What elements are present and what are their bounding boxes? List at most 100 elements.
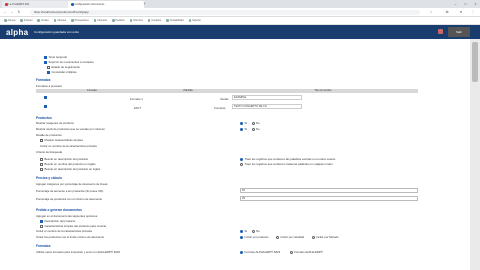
product-option-row[interactable]: Buscar en nombre del producto en inglés (40, 162, 96, 166)
product-option-row[interactable]: Buscar en descripción del producto en in… (40, 167, 100, 171)
checkbox[interactable] (44, 60, 47, 64)
yes-no-group[interactable]: Sí No (240, 121, 260, 125)
method-group[interactable]: Incluir por producto Incluir por cantidad… (240, 235, 338, 239)
option-label: Características simples del producto par… (44, 224, 107, 228)
bookmark-item[interactable]: Proveedores (71, 19, 89, 22)
bookmark-icon (188, 19, 192, 22)
row-checkbox[interactable] (44, 105, 47, 109)
checkbox[interactable] (40, 138, 43, 142)
radio[interactable] (275, 235, 279, 239)
yes-no-group[interactable]: Sí No (240, 229, 260, 233)
yes-no-group[interactable]: Sí No (240, 127, 260, 131)
table-header: Formato (36, 89, 148, 93)
radio-yes[interactable] (240, 121, 243, 125)
new-tab-icon[interactable]: + (140, 0, 149, 8)
maximize-icon[interactable]: □ (461, 0, 470, 8)
format-group[interactable]: Formato ALPHA ERP® 6623 Formato ALPHA ERP… (240, 250, 323, 254)
product-option-row[interactable]: Mostrar caracteristicas simples (40, 138, 83, 142)
product-option-row[interactable]: Mostrar stock de productos que se vendan… (36, 127, 105, 131)
product-option-row[interactable]: Criterio de búsqueda (36, 150, 62, 154)
table-input[interactable]: EXAMPLE (232, 95, 302, 100)
bookmark-item[interactable]: Soporte (188, 19, 201, 22)
bookmark-item[interactable]: Atenea (4, 19, 15, 22)
product-option-row[interactable]: Incluir un nombre de la característica p… (40, 144, 97, 148)
tab-favicon-icon (5, 3, 8, 6)
option-label: Formato ALPHA ERP® (294, 250, 323, 254)
checkbox[interactable] (44, 55, 47, 59)
back-icon[interactable]: ← (2, 9, 8, 15)
yes-label: Sí (244, 121, 248, 125)
radio-no[interactable] (251, 229, 255, 233)
radio[interactable] (240, 250, 243, 254)
menu-icon[interactable]: ⋮ (470, 9, 476, 15)
radio-yes[interactable] (240, 127, 243, 131)
checkbox[interactable] (40, 157, 43, 161)
profile-icon[interactable]: ● (458, 9, 464, 15)
bookmark-item[interactable]: Clientes (53, 19, 67, 22)
field-label: Incluir el nombre de la característica p… (36, 229, 92, 233)
radio[interactable] (240, 235, 243, 239)
option-row[interactable]: Texto temporal (44, 55, 67, 59)
no-label: No (256, 127, 260, 131)
reload-icon[interactable]: ↻ (16, 9, 22, 15)
field-label: Agregar en el documento las siguientes o… (36, 214, 98, 218)
radio[interactable] (240, 162, 243, 166)
bookmark-item[interactable]: Ventas (37, 19, 49, 22)
search-option[interactable]: Traer los registros que contienen todas … (240, 162, 333, 166)
bookmark-item[interactable]: Facturas (93, 19, 107, 22)
table-input[interactable]: TEXTO CONCEPTO DE CO (232, 104, 302, 109)
browser-tab-2[interactable]: Configuración documento... (68, 1, 144, 8)
checkbox[interactable] (40, 162, 43, 166)
option-label: Estado de seguimiento (51, 65, 80, 69)
percent-input[interactable]: 25 (240, 196, 418, 201)
minimize-icon[interactable]: – (451, 0, 460, 8)
logout-button[interactable]: Salir (448, 27, 470, 37)
radio-no[interactable] (251, 127, 255, 131)
alert-icon[interactable] (438, 29, 443, 34)
option-label: Mostrar imágenes de producto (36, 121, 74, 125)
percent-input[interactable]: 60 (240, 188, 418, 193)
checkbox[interactable] (40, 167, 43, 171)
radio[interactable] (240, 157, 243, 161)
radio-yes[interactable] (240, 229, 243, 233)
url-input[interactable]: https://localhost/erp/produccion/#/confi… (30, 9, 420, 15)
radio[interactable] (289, 250, 293, 254)
bookmark-item[interactable]: Intranet (20, 19, 32, 22)
checkbox[interactable] (40, 219, 43, 223)
option-row[interactable]: Descripción del producto (40, 219, 75, 223)
section-title-productos: Productos (36, 116, 52, 120)
product-option-row[interactable]: Detalle de productos (36, 133, 62, 137)
option-row[interactable]: Consolidar múltiples (47, 70, 77, 74)
radio[interactable] (311, 235, 315, 239)
option-row[interactable]: Características simples del producto par… (40, 224, 106, 228)
bookmark-icon (53, 19, 57, 22)
search-option[interactable]: Traer los registros que contienen las pa… (240, 157, 335, 161)
row-checkbox[interactable] (44, 96, 47, 100)
bookmark-item[interactable]: Contabilidad (166, 19, 184, 22)
bookmark-item[interactable]: Informes (129, 19, 143, 22)
checkbox[interactable] (40, 224, 43, 228)
bookmark-item[interactable]: Pedidos (112, 19, 125, 22)
option-label: Detalle de productos (36, 133, 62, 137)
tab-label: Configuración documento... (74, 3, 107, 6)
no-label: No (256, 229, 260, 233)
product-option-row[interactable]: Buscar en descripción del producto (40, 157, 88, 161)
star-icon[interactable]: ☆ (428, 9, 434, 15)
close-icon[interactable]: × (471, 0, 480, 8)
radio-no[interactable] (251, 121, 255, 125)
checkbox[interactable] (47, 70, 50, 74)
bookmark-label: Clientes (57, 19, 67, 22)
bookmark-item[interactable]: Usuarios (147, 19, 161, 22)
extensions-icon[interactable]: ⧉ (444, 9, 450, 15)
checkbox[interactable] (47, 65, 50, 69)
option-label: Formato ALPHA ERP® 6623 (244, 250, 281, 254)
option-label: Descripción del producto (44, 219, 76, 223)
option-row[interactable]: Suprimir de movimientos a contados (44, 60, 94, 64)
section-title-pedido: Pedido o generar documentos (36, 208, 82, 212)
product-option-row[interactable]: Mostrar imágenes de producto (36, 121, 74, 125)
option-row[interactable]: Estado de seguimiento (47, 65, 80, 69)
option-label: Criterio de búsqueda (36, 150, 62, 154)
forward-icon[interactable]: → (9, 9, 15, 15)
browser-tab-1[interactable]: LL-Pro/ERPX 002 (2, 1, 72, 8)
scrollbar-thumb[interactable] (472, 42, 478, 82)
